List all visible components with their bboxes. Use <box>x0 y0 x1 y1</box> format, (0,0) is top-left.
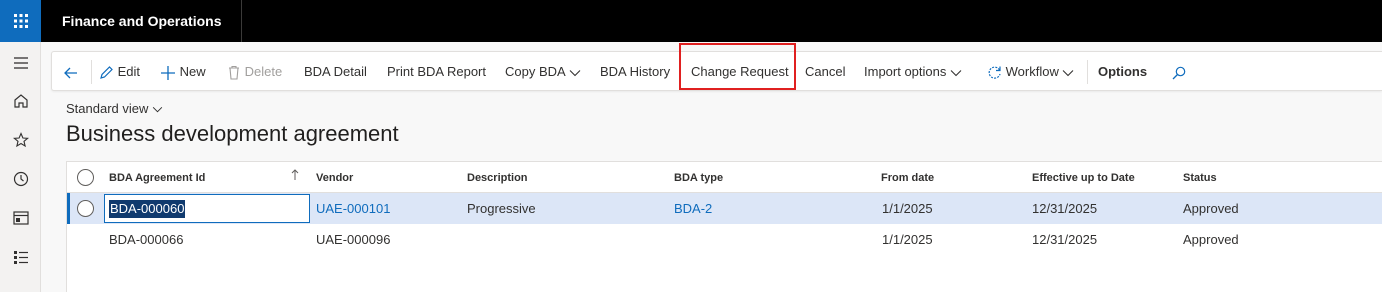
back-button[interactable] <box>63 52 79 92</box>
column-header-bda-type[interactable]: BDA type <box>674 162 723 193</box>
top-bar: Finance and Operations <box>0 0 1382 42</box>
chevron-down-icon <box>1063 69 1074 76</box>
page-title: Business development agreement <box>66 121 399 146</box>
copy-bda-label: Copy BDA <box>505 64 565 79</box>
edit-label: Edit <box>117 64 141 79</box>
status-cell[interactable]: Approved <box>1183 193 1239 224</box>
print-bda-report-button[interactable]: Print BDA Report <box>387 52 486 92</box>
chevron-down-icon <box>569 69 580 76</box>
home-icon <box>13 94 28 108</box>
selected-row-indicator <box>67 193 70 224</box>
from-date-cell[interactable]: 1/1/2025 <box>882 224 933 255</box>
bda-type-link[interactable]: BDA-2 <box>674 193 712 224</box>
bda-history-button[interactable]: BDA History <box>600 52 670 92</box>
clock-icon <box>13 171 28 187</box>
copy-bda-button[interactable]: Copy BDA <box>505 52 581 92</box>
delete-button[interactable]: Delete <box>227 52 282 92</box>
column-header-effective-up-to-date[interactable]: Effective up to Date <box>1032 162 1135 193</box>
bda-agreement-id-value: BDA-000060 <box>109 200 186 218</box>
workflow-label: Workflow <box>1005 64 1059 79</box>
column-header-bda-agreement-id[interactable]: BDA Agreement Id <box>109 162 205 193</box>
effective-date-cell[interactable]: 12/31/2025 <box>1032 193 1097 224</box>
vendor-link[interactable]: UAE-000101 <box>316 193 390 224</box>
app-title[interactable]: Finance and Operations <box>62 0 221 42</box>
back-arrow-icon <box>64 67 77 79</box>
new-button[interactable]: New <box>160 52 206 92</box>
column-header-description[interactable]: Description <box>467 162 528 193</box>
workflow-button[interactable]: Workflow <box>987 52 1074 92</box>
chevron-down-icon <box>950 69 962 76</box>
list-icon <box>13 251 28 264</box>
select-all-radio[interactable] <box>77 169 94 186</box>
view-selector-label: Standard view <box>66 101 149 116</box>
trash-icon <box>229 66 239 80</box>
navigation-pane <box>0 42 41 292</box>
sort-ascending-icon <box>291 162 299 193</box>
top-bar-divider <box>241 0 242 42</box>
column-header-status[interactable]: Status <box>1183 162 1217 193</box>
bda-grid: BDA Agreement Id Vendor Description BDA … <box>66 161 1382 292</box>
bda-agreement-id-cell[interactable]: BDA-000066 <box>109 224 183 255</box>
from-date-cell[interactable]: 1/1/2025 <box>882 193 933 224</box>
column-header-from-date[interactable]: From date <box>881 162 934 193</box>
hamburger-icon <box>13 57 28 69</box>
view-selector[interactable]: Standard view <box>66 101 163 116</box>
grid-header: BDA Agreement Id Vendor Description BDA … <box>67 162 1382 193</box>
collapse-menu-button[interactable] <box>0 44 41 82</box>
effective-date-cell[interactable]: 12/31/2025 <box>1032 224 1097 255</box>
refresh-icon <box>988 66 1001 79</box>
vendor-cell[interactable]: UAE-000096 <box>316 224 390 255</box>
row-select-radio[interactable] <box>77 200 94 217</box>
new-label: New <box>179 64 206 79</box>
app-launcher-button[interactable] <box>0 0 41 42</box>
divider <box>91 60 92 84</box>
search-icon <box>1172 66 1186 80</box>
edit-button[interactable]: Edit <box>99 52 140 92</box>
search-button[interactable] <box>1172 52 1186 92</box>
table-row[interactable]: BDA-000066 UAE-000096 1/1/2025 12/31/202… <box>67 224 1382 255</box>
star-icon <box>12 132 29 148</box>
import-options-button[interactable]: Import options <box>864 52 962 92</box>
plus-icon <box>161 65 175 80</box>
nav-modules[interactable] <box>0 238 41 276</box>
nav-home[interactable] <box>0 82 41 120</box>
nav-recent[interactable] <box>0 160 41 198</box>
workspace-icon <box>12 211 29 225</box>
delete-label: Delete <box>244 64 283 79</box>
nav-favorites[interactable] <box>0 121 41 159</box>
table-row[interactable]: BDA-000060 UAE-000101 Progressive BDA-2 … <box>67 193 1382 224</box>
pencil-icon <box>100 66 113 79</box>
cancel-button[interactable]: Cancel <box>805 52 845 92</box>
bda-detail-button[interactable]: BDA Detail <box>304 52 367 92</box>
nav-workspaces[interactable] <box>0 199 41 237</box>
description-cell[interactable]: Progressive <box>467 193 536 224</box>
chevron-down-icon <box>152 106 163 113</box>
change-request-highlight <box>679 43 796 90</box>
bda-agreement-id-field[interactable]: BDA-000060 <box>104 194 310 223</box>
status-cell[interactable]: Approved <box>1183 224 1239 255</box>
waffle-icon <box>13 14 28 28</box>
divider <box>1087 60 1088 84</box>
column-header-vendor[interactable]: Vendor <box>316 162 353 193</box>
options-tab[interactable]: Options <box>1098 52 1147 92</box>
import-options-label: Import options <box>864 64 947 79</box>
